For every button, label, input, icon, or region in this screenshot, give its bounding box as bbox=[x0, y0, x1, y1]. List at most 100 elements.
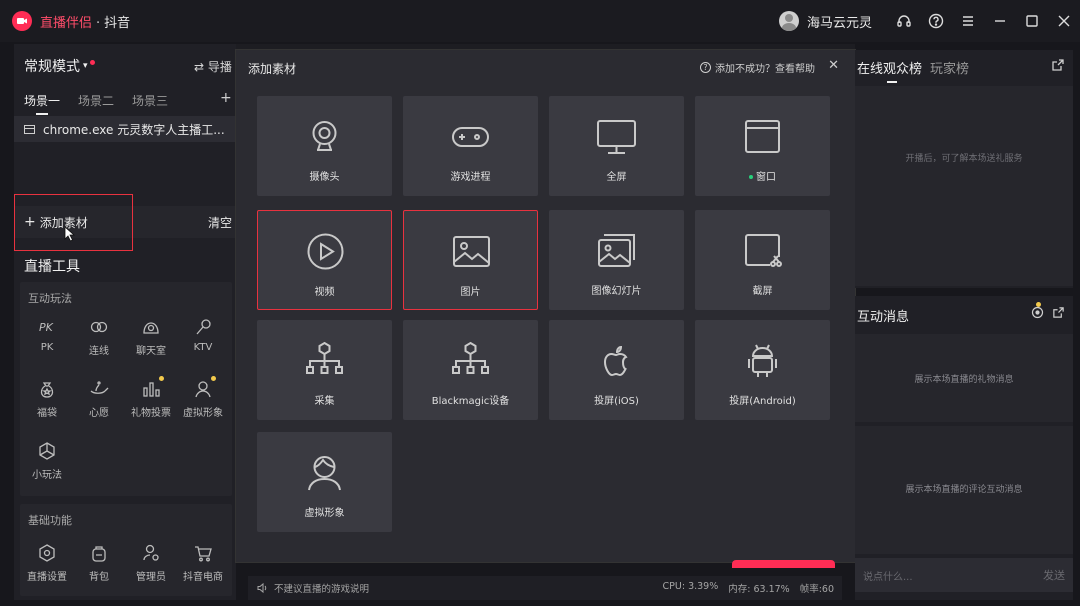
tool-pk[interactable]: PK PK bbox=[22, 316, 72, 353]
tab-online-audience[interactable]: 在线观众榜 bbox=[857, 58, 922, 83]
tool-label: KTV bbox=[193, 342, 213, 353]
settings-hex-icon bbox=[36, 542, 58, 564]
tile-label: 窗口 bbox=[756, 172, 776, 183]
source-item-label: chrome.exe 元灵数字人主播工... bbox=[43, 122, 225, 137]
dialog-title: 添加素材 bbox=[248, 62, 297, 76]
admin-icon bbox=[140, 542, 162, 564]
tile-label-wrap: 窗口 bbox=[695, 168, 830, 183]
ranking-tabs: 在线观众榜 玩家榜 bbox=[857, 58, 969, 83]
send-button[interactable]: 发送 bbox=[1043, 567, 1065, 583]
tile-slideshow[interactable]: 图像幻灯片 bbox=[549, 210, 684, 310]
close-window-icon[interactable] bbox=[1048, 0, 1080, 42]
comment-hint: 展示本场直播的评论互动消息 bbox=[905, 485, 1023, 495]
tile-video[interactable]: 视频 bbox=[257, 210, 392, 310]
tab-player-ranking[interactable]: 玩家榜 bbox=[930, 58, 969, 77]
slideshow-icon bbox=[596, 230, 637, 271]
tab-scene-1[interactable]: 场景一 bbox=[24, 92, 60, 115]
interaction-messages-panel: 互动消息 展示本场直播的礼物消息 展示本场直播的评论互动消息 说点什么... 发… bbox=[855, 296, 1073, 600]
link-icon bbox=[88, 316, 110, 338]
tile-virtual-avatar[interactable]: 虚拟形象 bbox=[257, 432, 392, 532]
lucky-bag-icon bbox=[36, 378, 58, 400]
help-link[interactable]: ? 添加不成功？查看帮助 bbox=[700, 60, 815, 75]
audience-hint: 开播后，可了解本场送礼服务 bbox=[905, 154, 1023, 164]
tool-ktv[interactable]: KTV bbox=[178, 316, 228, 353]
notification-dot bbox=[159, 376, 164, 381]
title-bar: 直播伴侣 · 抖音 海马云元灵 bbox=[0, 0, 1080, 42]
tool-label: 福袋 bbox=[37, 408, 57, 419]
popout-icon[interactable] bbox=[1052, 306, 1065, 322]
chat-input[interactable]: 说点什么... bbox=[863, 568, 1043, 583]
popout-icon[interactable] bbox=[1051, 58, 1065, 72]
window-source-icon bbox=[24, 124, 35, 134]
tool-label: 虚拟形象 bbox=[183, 408, 223, 419]
app-logo-icon bbox=[12, 11, 32, 31]
gift-vote-icon bbox=[140, 378, 162, 400]
messages-title: 互动消息 bbox=[857, 310, 910, 325]
tile-ios-cast[interactable]: 投屏(iOS) bbox=[549, 320, 684, 420]
tile-label: 图片 bbox=[460, 287, 481, 298]
close-icon[interactable]: ✕ bbox=[828, 58, 839, 73]
tool-backpack[interactable]: 背包 bbox=[74, 542, 124, 583]
title-separator: · bbox=[96, 15, 101, 31]
tab-scene-3[interactable]: 场景三 bbox=[132, 92, 168, 109]
tile-window[interactable]: 窗口 bbox=[695, 96, 830, 196]
window-icon bbox=[742, 116, 783, 157]
tool-label: 抖音电商 bbox=[183, 572, 223, 583]
tool-lucky-bag[interactable]: 福袋 bbox=[22, 378, 72, 419]
tool-chatroom[interactable]: 聊天室 bbox=[126, 316, 176, 357]
help-link-label: 添加不成功？查看帮助 bbox=[715, 64, 815, 75]
tool-label: 连线 bbox=[89, 346, 109, 357]
backpack-icon bbox=[88, 542, 110, 564]
menu-icon[interactable] bbox=[952, 0, 984, 42]
tool-link[interactable]: 连线 bbox=[74, 316, 124, 357]
tile-blackmagic[interactable]: Blackmagic设备 bbox=[403, 320, 538, 420]
tile-label: 投屏(iOS) bbox=[594, 396, 639, 407]
tool-admin[interactable]: 管理员 bbox=[126, 542, 176, 583]
minimize-icon[interactable] bbox=[984, 0, 1016, 42]
tile-image[interactable]: 图片 bbox=[403, 210, 538, 310]
tool-gift-vote[interactable]: 礼物投票 bbox=[126, 376, 176, 419]
tile-label: 图像幻灯片 bbox=[591, 286, 642, 297]
basic-section: 基础功能 直播设置 背包 管理员 抖音电商 bbox=[20, 504, 232, 596]
tool-avatar[interactable]: 虚拟形象 bbox=[178, 376, 228, 419]
tile-label: 摄像头 bbox=[309, 172, 340, 183]
tool-ecommerce[interactable]: 抖音电商 bbox=[178, 542, 228, 583]
target-settings-icon[interactable] bbox=[1031, 306, 1044, 322]
tile-camera[interactable]: 摄像头 bbox=[257, 96, 392, 196]
start-live-button[interactable] bbox=[732, 560, 835, 568]
chat-bar: 说点什么... 发送 bbox=[855, 558, 1073, 592]
tile-game-process[interactable]: 游戏进程 bbox=[403, 96, 538, 196]
tool-live-settings[interactable]: 直播设置 bbox=[22, 542, 72, 583]
user-avatar[interactable] bbox=[778, 11, 799, 31]
tab-scene-2[interactable]: 场景二 bbox=[78, 92, 114, 109]
help-icon[interactable] bbox=[920, 0, 952, 42]
tool-label: 心愿 bbox=[89, 408, 109, 419]
maximize-icon[interactable] bbox=[1016, 0, 1048, 42]
platform-name: 抖音 bbox=[104, 15, 131, 31]
chatroom-icon bbox=[140, 316, 162, 338]
tool-wish[interactable]: 心愿 bbox=[74, 378, 124, 419]
headset-support-icon[interactable] bbox=[888, 0, 920, 42]
image-icon bbox=[451, 231, 492, 272]
tile-android-cast[interactable]: 投屏(Android) bbox=[695, 320, 830, 420]
gamepad-icon bbox=[450, 116, 491, 157]
audience-list: 开播后，可了解本场送礼服务 bbox=[855, 86, 1073, 286]
tile-fullscreen[interactable]: 全屏 bbox=[549, 96, 684, 196]
guide-button[interactable]: ⇄ 导播 bbox=[194, 58, 232, 75]
messages-toolbar bbox=[1031, 302, 1065, 322]
audience-ranking-panel: 在线观众榜 玩家榜 开播后，可了解本场送礼服务 bbox=[855, 50, 1073, 288]
source-list-item[interactable]: chrome.exe 元灵数字人主播工... bbox=[14, 116, 236, 142]
tile-capture[interactable]: 采集 bbox=[257, 320, 392, 420]
tool-mini-game[interactable]: 小玩法 bbox=[22, 440, 72, 481]
clear-button[interactable]: 清空 bbox=[208, 214, 232, 231]
tile-screenshot[interactable]: 截屏 bbox=[695, 210, 830, 310]
game-notice-link[interactable]: 不建议直播的游戏说明 bbox=[274, 581, 369, 595]
tool-label: PK bbox=[40, 342, 54, 353]
svg-text:PK: PK bbox=[39, 321, 54, 334]
mode-selector[interactable]: 常规模式 ▾ bbox=[24, 56, 95, 76]
mode-notification-dot bbox=[89, 59, 95, 65]
apple-icon bbox=[596, 340, 637, 381]
add-scene-button[interactable]: + bbox=[220, 90, 232, 106]
blackmagic-tree-icon bbox=[450, 340, 491, 381]
username[interactable]: 海马云元灵 bbox=[807, 12, 872, 31]
